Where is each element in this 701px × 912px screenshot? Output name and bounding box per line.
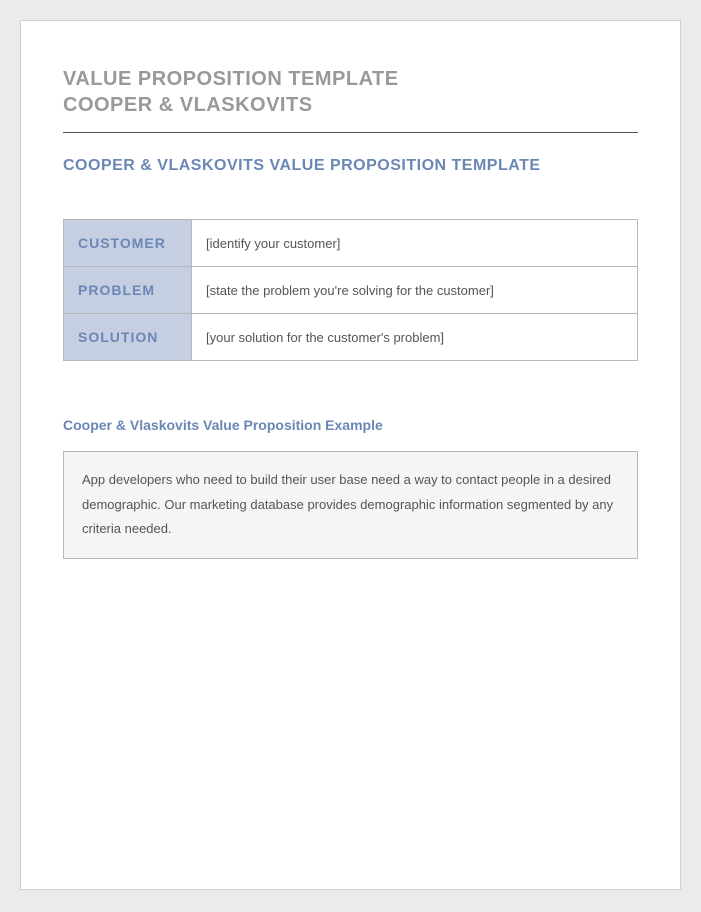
customer-label: CUSTOMER — [64, 220, 192, 267]
problem-label: PROBLEM — [64, 267, 192, 314]
solution-label: SOLUTION — [64, 314, 192, 361]
document-page: VALUE PROPOSITION TEMPLATE COOPER & VLAS… — [20, 20, 681, 890]
example-title: Cooper & Vlaskovits Value Proposition Ex… — [63, 417, 638, 433]
table-row: CUSTOMER [identify your customer] — [64, 220, 638, 267]
title-line-1: VALUE PROPOSITION TEMPLATE — [63, 66, 638, 92]
table-row: PROBLEM [state the problem you're solvin… — [64, 267, 638, 314]
title-line-2: COOPER & VLASKOVITS — [63, 92, 638, 118]
sub-title: COOPER & VLASKOVITS VALUE PROPOSITION TE… — [63, 157, 638, 175]
value-proposition-table: CUSTOMER [identify your customer] PROBLE… — [63, 219, 638, 361]
table-row: SOLUTION [your solution for the customer… — [64, 314, 638, 361]
main-title: VALUE PROPOSITION TEMPLATE COOPER & VLAS… — [63, 66, 638, 118]
problem-value: [state the problem you're solving for th… — [192, 267, 638, 314]
customer-value: [identify your customer] — [192, 220, 638, 267]
divider — [63, 132, 638, 133]
example-box: App developers who need to build their u… — [63, 451, 638, 559]
solution-value: [your solution for the customer's proble… — [192, 314, 638, 361]
